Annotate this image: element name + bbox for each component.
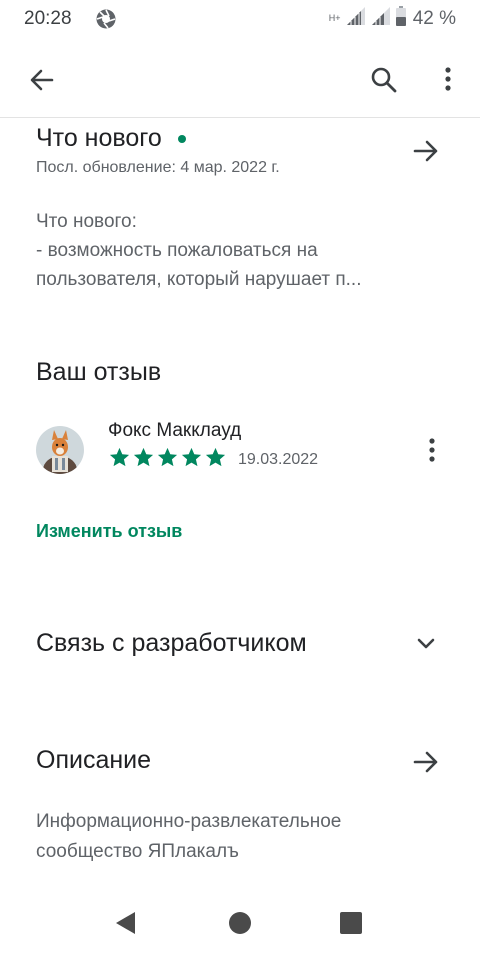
battery-icon bbox=[395, 5, 407, 32]
star-icon bbox=[181, 447, 202, 467]
your-review-title: Ваш отзыв bbox=[36, 358, 162, 386]
app-bar bbox=[0, 38, 480, 118]
nav-home-icon[interactable] bbox=[228, 911, 252, 940]
whats-new-title: Что нового bbox=[36, 124, 162, 152]
status-time: 20:28 bbox=[24, 8, 72, 29]
last-update-date: Посл. обновление: 4 мар. 2022 г. bbox=[36, 159, 280, 176]
nav-back-icon[interactable] bbox=[113, 910, 139, 941]
whats-new-line: - возможность пожаловаться на bbox=[36, 240, 318, 261]
rating-stars bbox=[108, 446, 227, 469]
more-vert-icon[interactable] bbox=[428, 60, 468, 100]
contact-developer-title[interactable]: Связь с разработчиком bbox=[36, 629, 307, 658]
system-nav-bar bbox=[0, 890, 480, 960]
signal-icon bbox=[345, 5, 367, 32]
signal-icon-2 bbox=[370, 5, 392, 32]
nav-recents-icon[interactable] bbox=[339, 911, 363, 940]
avatar bbox=[36, 426, 84, 474]
star-icon bbox=[205, 447, 226, 467]
camera-shutter-icon bbox=[95, 8, 117, 35]
whats-new-text[interactable]: Что нового: - возможность пожаловаться н… bbox=[36, 207, 416, 294]
description-arrow-icon[interactable] bbox=[406, 742, 446, 782]
back-arrow-icon[interactable] bbox=[22, 60, 62, 100]
reviewer-name: Фокс Макклауд bbox=[108, 420, 242, 441]
edit-review-button[interactable]: Изменить отзыв bbox=[36, 521, 182, 542]
description-title[interactable]: Описание bbox=[36, 746, 151, 775]
status-bar: 20:28 H+ 42 % bbox=[0, 0, 480, 38]
star-icon bbox=[133, 447, 154, 467]
battery-percent: 42 % bbox=[412, 7, 456, 29]
review-more-icon[interactable] bbox=[412, 430, 452, 470]
star-icon bbox=[157, 447, 178, 467]
network-type-label: H+ bbox=[328, 13, 341, 23]
whats-new-arrow-icon[interactable] bbox=[406, 131, 446, 171]
whats-new-line: Что нового: bbox=[36, 211, 137, 232]
chevron-down-icon[interactable] bbox=[406, 624, 446, 664]
description-text[interactable]: Информационно-развлекательное сообщество… bbox=[36, 807, 436, 867]
star-icon bbox=[109, 447, 130, 467]
review-date: 19.03.2022 bbox=[238, 451, 319, 468]
new-indicator-dot bbox=[177, 134, 186, 143]
whats-new-line: пользователя, который нарушает п... bbox=[36, 269, 362, 290]
search-icon[interactable] bbox=[364, 60, 404, 100]
whats-new-header[interactable]: Что нового bbox=[36, 124, 186, 153]
